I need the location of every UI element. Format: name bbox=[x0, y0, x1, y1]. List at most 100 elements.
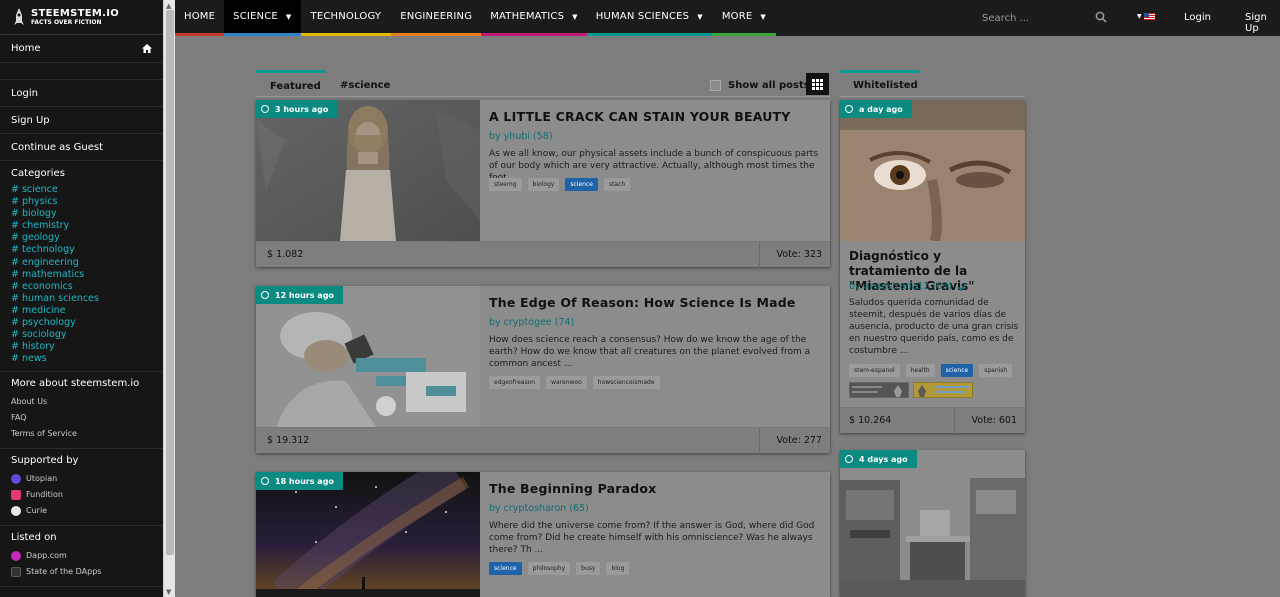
category-link[interactable]: # news bbox=[11, 353, 152, 365]
post-time: a day ago bbox=[859, 104, 903, 114]
nav-home[interactable]: HOME bbox=[175, 0, 225, 36]
whitelisted-card[interactable]: 4 days ago bbox=[840, 450, 1025, 597]
nav-human-sciences[interactable]: HUMAN SCIENCES ▼ bbox=[586, 0, 712, 36]
search-icon[interactable] bbox=[1095, 11, 1107, 23]
category-link[interactable]: # medicine bbox=[11, 305, 152, 317]
language-selector[interactable]: ▼ bbox=[1137, 13, 1155, 20]
tab-whitelisted[interactable]: Whitelisted bbox=[853, 80, 918, 91]
post-author[interactable]: by yhubi (58) bbox=[489, 131, 553, 142]
post-card[interactable]: 18 hours ago The Beginning Paradox by cr… bbox=[256, 472, 830, 597]
tag[interactable]: philosophy bbox=[527, 562, 571, 575]
post-excerpt: How does science reach a consensus? How … bbox=[489, 335, 811, 369]
scroll-up-icon[interactable]: ▲ bbox=[166, 2, 171, 10]
tag[interactable]: warenwoo bbox=[546, 376, 587, 389]
post-thumbnail[interactable] bbox=[256, 100, 480, 241]
terms-link[interactable]: Terms of Service bbox=[11, 426, 152, 442]
category-link[interactable]: # mathematics bbox=[11, 269, 152, 281]
search-input[interactable]: Search ... bbox=[982, 9, 1107, 27]
tag[interactable]: steemg bbox=[489, 178, 522, 191]
post-title[interactable]: The Beginning Paradox bbox=[489, 481, 656, 496]
nav-engineering[interactable]: ENGINEERING bbox=[391, 0, 482, 36]
tag[interactable]: blog bbox=[606, 562, 630, 575]
tag[interactable]: health bbox=[905, 364, 935, 377]
whitelisted-author[interactable]: by anaestrada12 (63) bbox=[849, 281, 967, 292]
sidebar-scrollbar[interactable]: ▲ ▼ bbox=[163, 0, 175, 597]
whitelisted-tab-indicator bbox=[840, 70, 920, 73]
category-link[interactable]: # science bbox=[11, 184, 152, 196]
grid-view-button[interactable] bbox=[806, 73, 829, 95]
nav-science[interactable]: SCIENCE ▼ bbox=[224, 0, 301, 36]
category-link[interactable]: # chemistry bbox=[11, 220, 152, 232]
post-time-badge: 12 hours ago bbox=[256, 286, 343, 304]
tag-active[interactable]: science bbox=[489, 562, 522, 575]
tag-active[interactable]: science bbox=[565, 178, 598, 191]
post-author[interactable]: by cryptogee (74) bbox=[489, 317, 574, 328]
nav-more[interactable]: MORE ▼ bbox=[711, 0, 776, 36]
whitelisted-payout: $ 10.264 bbox=[849, 415, 892, 426]
sidebar-guest[interactable]: Continue as Guest bbox=[0, 134, 163, 161]
listed-dapp[interactable]: Dapp.com bbox=[11, 548, 152, 564]
sidebar-login[interactable]: Login bbox=[0, 80, 163, 107]
about-link[interactable]: About Us bbox=[11, 394, 152, 410]
signup-button[interactable]: Sign Up bbox=[1245, 12, 1280, 34]
tag[interactable]: howscienceismade bbox=[592, 376, 660, 389]
nav-label: ENGINEERING bbox=[400, 11, 473, 22]
category-link[interactable]: # engineering bbox=[11, 257, 152, 269]
post-thumbnail[interactable] bbox=[256, 472, 480, 597]
supporter-fundition[interactable]: Fundition bbox=[11, 487, 152, 503]
show-all-posts-toggle[interactable]: Show all posts bbox=[710, 80, 810, 91]
tag[interactable]: stach bbox=[603, 178, 631, 191]
login-button[interactable]: Login bbox=[1184, 12, 1211, 23]
category-link[interactable]: # technology bbox=[11, 244, 152, 256]
tag[interactable]: spanish bbox=[979, 364, 1013, 377]
category-link[interactable]: # human sciences bbox=[11, 293, 152, 305]
nav-technology[interactable]: TECHNOLOGY bbox=[300, 0, 392, 36]
sidebar-more: More about steemstem.io About Us FAQ Ter… bbox=[0, 372, 163, 450]
sidebar-home[interactable]: Home bbox=[0, 35, 163, 63]
clock-icon bbox=[261, 291, 269, 299]
post-author[interactable]: by cryptosharon (65) bbox=[489, 503, 589, 514]
category-link[interactable]: # psychology bbox=[11, 317, 152, 329]
category-link[interactable]: # economics bbox=[11, 281, 152, 293]
category-link[interactable]: # geology bbox=[11, 232, 152, 244]
post-title[interactable]: A LITTLE CRACK CAN STAIN YOUR BEAUTY bbox=[489, 109, 791, 124]
tag[interactable]: biology bbox=[527, 178, 560, 191]
post-payout: $ 1.082 bbox=[267, 249, 304, 260]
posted-on-steemstem-badge bbox=[849, 382, 909, 398]
scrollbar-thumb[interactable] bbox=[166, 10, 174, 555]
sidebar-signup[interactable]: Sign Up bbox=[0, 107, 163, 134]
nav-label: TECHNOLOGY bbox=[310, 11, 382, 22]
post-card[interactable]: 3 hours ago A LITTLE CRACK CAN STAIN YOU… bbox=[256, 100, 830, 268]
supporter-curie[interactable]: Curie bbox=[11, 503, 152, 519]
category-link[interactable]: # biology bbox=[11, 208, 152, 220]
tag-active[interactable]: science bbox=[940, 364, 974, 377]
post-thumbnail[interactable] bbox=[256, 286, 480, 427]
category-link[interactable]: # sociology bbox=[11, 329, 152, 341]
show-all-checkbox[interactable] bbox=[710, 80, 721, 91]
faq-link[interactable]: FAQ bbox=[11, 410, 152, 426]
supporter-utopian[interactable]: Utopian bbox=[11, 471, 152, 487]
post-vote-button[interactable]: Vote: 323 bbox=[777, 249, 823, 260]
post-vote-button[interactable]: Vote: 277 bbox=[777, 435, 823, 446]
tabs-divider bbox=[256, 96, 830, 97]
brand-logo[interactable]: STEEMSTEM.IO FACTS OVER FICTION bbox=[0, 0, 163, 35]
whitelisted-thumbnail[interactable] bbox=[840, 100, 1025, 241]
whitelisted-excerpt: Saludos querida comunidad de steemit, de… bbox=[849, 298, 1019, 356]
scroll-down-icon[interactable]: ▼ bbox=[166, 588, 171, 596]
post-title[interactable]: The Edge Of Reason: How Science Is Made bbox=[489, 295, 796, 310]
tab-featured[interactable]: Featured bbox=[270, 81, 321, 92]
tag[interactable]: busy bbox=[576, 562, 601, 575]
post-card[interactable]: 12 hours ago The Edge Of Reason: How Sci… bbox=[256, 286, 830, 454]
category-link[interactable]: # physics bbox=[11, 196, 152, 208]
tag[interactable]: edgeofreason bbox=[489, 376, 541, 389]
clock-icon bbox=[845, 105, 853, 113]
listed-stateofdapps[interactable]: State of the DApps bbox=[11, 564, 152, 580]
category-link[interactable]: # history bbox=[11, 341, 152, 353]
nav-mathematics[interactable]: MATHEMATICS ▼ bbox=[481, 0, 587, 36]
tag[interactable]: stem-espanol bbox=[849, 364, 900, 377]
whitelisted-thumbnail[interactable] bbox=[840, 450, 1025, 597]
tab-science[interactable]: #science bbox=[340, 80, 390, 91]
featured-tab-indicator bbox=[256, 70, 326, 73]
whitelisted-vote-button[interactable]: Vote: 601 bbox=[972, 415, 1018, 426]
whitelisted-card[interactable]: a day ago Diagnóstico y tratamiento de l… bbox=[840, 100, 1025, 433]
